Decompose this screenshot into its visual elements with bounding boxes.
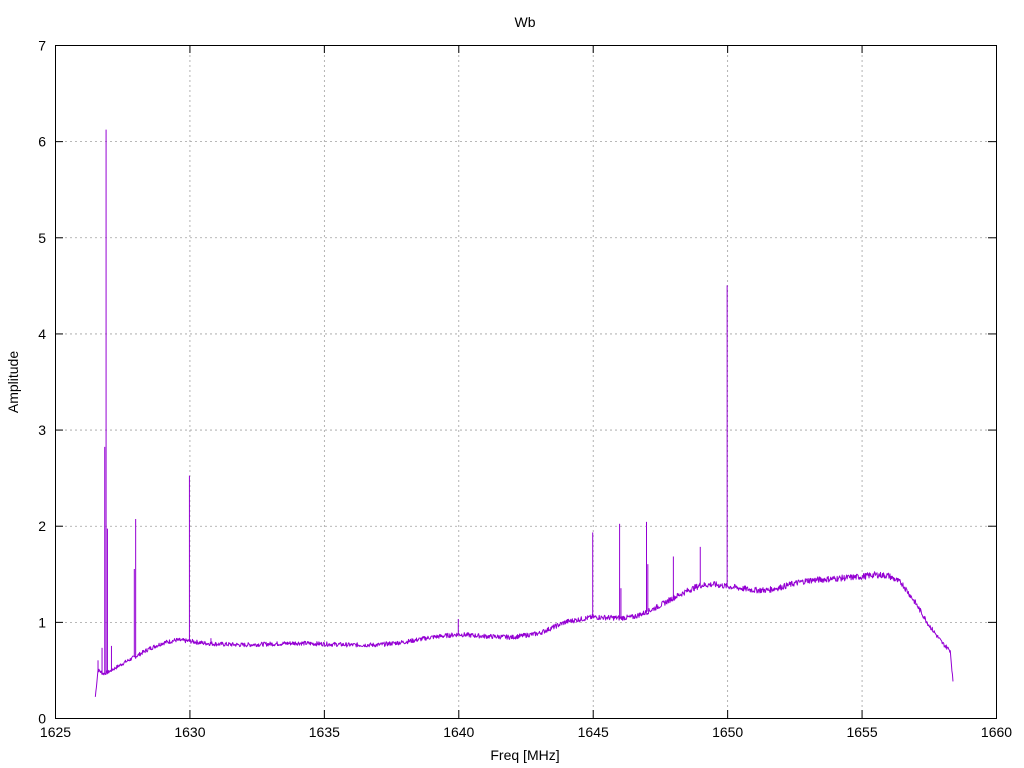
- y-tick-label: 5: [38, 230, 46, 246]
- x-tick-label: 1635: [309, 724, 340, 740]
- y-tick-label: 6: [38, 134, 46, 150]
- x-axis-label: Freq [MHz]: [490, 747, 559, 763]
- series-layer: [94, 129, 954, 697]
- x-tick-label: 1640: [443, 724, 474, 740]
- y-tick-label: 2: [38, 518, 46, 534]
- y-tick-label: 7: [38, 38, 46, 54]
- y-axis-label: Amplitude: [5, 351, 21, 413]
- y-tick-label: 4: [38, 326, 46, 342]
- y-tick-label: 0: [38, 711, 46, 727]
- x-tick-label: 1650: [712, 724, 743, 740]
- x-tick-label: 1660: [981, 724, 1012, 740]
- x-tick-label: 1645: [578, 724, 609, 740]
- chart-title: Wb: [515, 14, 536, 30]
- y-tick-label: 1: [38, 614, 46, 630]
- grid-lines: [55, 45, 996, 718]
- chart: Wb 1625 1630 1635 1640 1645 1650 1655 166001234…: [5, 14, 1012, 763]
- x-tick-label: 1630: [174, 724, 205, 740]
- spectrum-line: [94, 571, 954, 697]
- y-tick-label: 3: [38, 422, 46, 438]
- plot-frame: [55, 45, 997, 719]
- x-tick-label: 1655: [846, 724, 877, 740]
